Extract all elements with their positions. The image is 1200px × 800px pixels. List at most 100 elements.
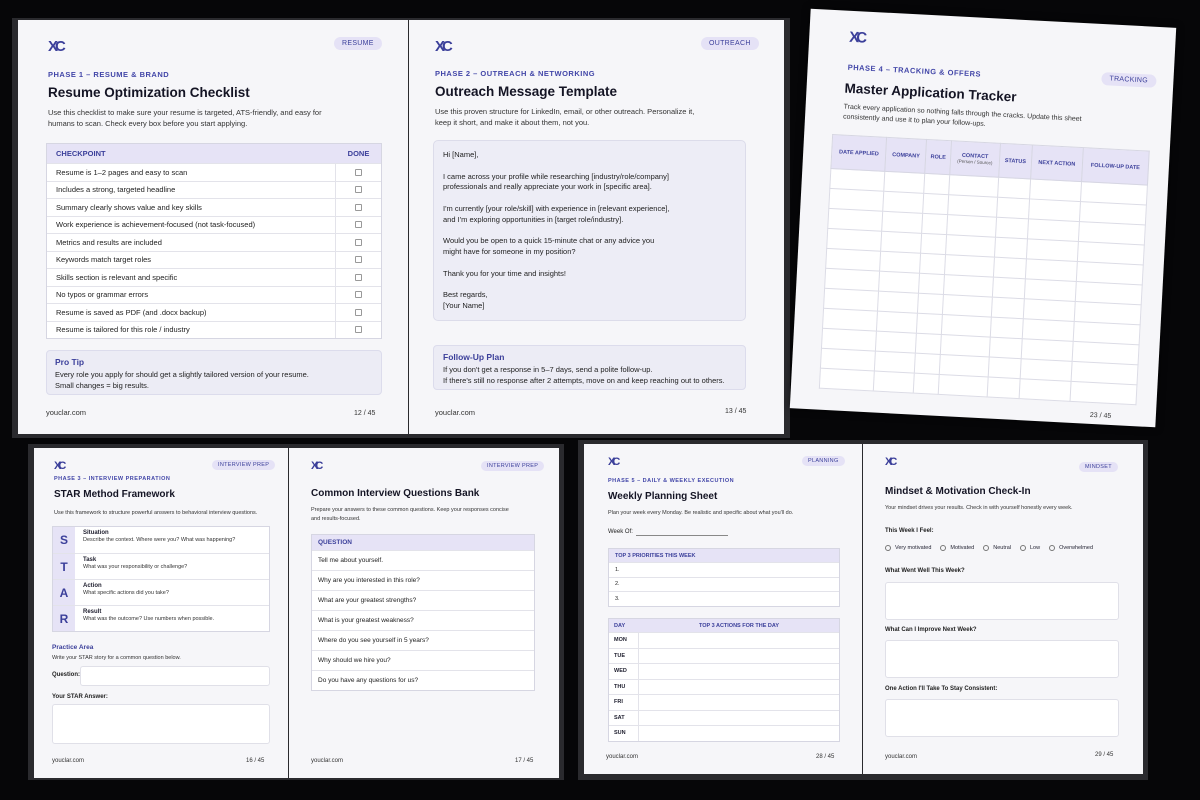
tracker-cell[interactable] — [873, 371, 915, 394]
tracker-cell[interactable] — [996, 197, 1030, 219]
tracker-cell[interactable] — [919, 253, 946, 275]
improve-field[interactable] — [885, 640, 1119, 678]
tracker-cell[interactable] — [943, 274, 994, 298]
tracker-cell[interactable] — [874, 351, 916, 374]
feel-option[interactable]: Motivated — [940, 545, 974, 551]
tracker-cell[interactable] — [880, 251, 921, 274]
tracker-cell[interactable] — [992, 277, 1026, 299]
tracker-cell[interactable] — [882, 211, 923, 234]
consistency-field[interactable] — [885, 699, 1119, 737]
day-actions-cell[interactable] — [639, 695, 839, 710]
feel-option[interactable]: Overwhelmed — [1049, 545, 1093, 551]
tracker-cell[interactable] — [827, 208, 884, 232]
tracker-cell[interactable] — [822, 308, 878, 332]
tracker-cell[interactable] — [914, 353, 941, 375]
tracker-cell[interactable] — [883, 191, 924, 214]
tracker-cell[interactable] — [988, 357, 1021, 379]
star-page: XC INTERVIEW PREP PHASE 3 – INTERVIEW PR… — [34, 448, 288, 778]
tracker-cell[interactable] — [994, 237, 1028, 259]
tracker-cell[interactable] — [825, 248, 882, 272]
tracker-cell[interactable] — [823, 288, 879, 312]
tracker-cell[interactable] — [941, 314, 992, 338]
checkbox[interactable] — [355, 326, 362, 334]
tracker-cell[interactable] — [922, 193, 949, 215]
tracker-cell[interactable] — [915, 333, 942, 355]
tracker-cell[interactable] — [1026, 238, 1079, 262]
tracker-cell[interactable] — [821, 328, 877, 352]
tracker-cell[interactable] — [1018, 378, 1072, 402]
tracker-cell[interactable] — [940, 334, 991, 358]
priority-row[interactable]: 3. — [609, 591, 839, 606]
tracker-cell[interactable] — [990, 317, 1024, 339]
day-actions-cell[interactable] — [639, 726, 839, 741]
tracker-cell[interactable] — [942, 294, 993, 318]
tracker-cell[interactable] — [989, 337, 1023, 359]
answer-field[interactable] — [52, 704, 270, 744]
tracker-cell[interactable] — [939, 354, 990, 377]
tracker-cell[interactable] — [876, 311, 918, 334]
feel-option[interactable]: Low — [1019, 545, 1040, 551]
page-number: 16 / 45 — [246, 758, 265, 764]
week-of-field[interactable] — [636, 535, 728, 536]
tracker-cell[interactable] — [913, 373, 940, 395]
tracker-cell[interactable] — [1025, 258, 1078, 282]
day-actions-cell[interactable] — [639, 633, 839, 648]
tracker-cell[interactable] — [987, 376, 1020, 399]
checkbox[interactable] — [355, 186, 362, 194]
tracker-cell[interactable] — [947, 194, 998, 218]
tracker-cell[interactable] — [916, 313, 943, 335]
tracker-cell[interactable] — [1029, 178, 1082, 202]
went-well-field[interactable] — [885, 582, 1119, 620]
tracker-cell[interactable] — [828, 188, 885, 212]
tracker-cell[interactable] — [1070, 381, 1137, 405]
tracker-cell[interactable] — [1024, 278, 1077, 302]
tracker-cell[interactable] — [945, 234, 996, 258]
tracker-cell[interactable] — [948, 174, 999, 198]
checkbox[interactable] — [355, 203, 362, 211]
tracker-cell[interactable] — [875, 331, 917, 354]
tracker-cell[interactable] — [1027, 218, 1080, 242]
tracker-cell[interactable] — [824, 268, 881, 292]
day-actions-cell[interactable] — [639, 664, 839, 679]
feel-option[interactable]: Neutral — [983, 545, 1011, 551]
priority-row[interactable]: 1. — [609, 562, 839, 577]
tracker-cell[interactable] — [944, 254, 995, 278]
tracker-cell[interactable] — [997, 177, 1031, 199]
tracker-cell[interactable] — [1019, 358, 1073, 382]
tracker-cell[interactable] — [923, 173, 950, 195]
tracker-cell[interactable] — [1023, 298, 1076, 322]
tracker-cell[interactable] — [1020, 338, 1074, 362]
tracker-cell[interactable] — [1028, 198, 1081, 222]
checkbox[interactable] — [355, 291, 362, 299]
tracker-cell[interactable] — [991, 297, 1025, 319]
tracker-cell[interactable] — [917, 293, 944, 315]
tracker-cell[interactable] — [881, 231, 922, 254]
day-actions-cell[interactable] — [639, 649, 839, 664]
tracker-cell[interactable] — [826, 228, 883, 252]
tracker-cell[interactable] — [819, 368, 875, 392]
tracker-cell[interactable] — [884, 171, 926, 194]
tracker-cell[interactable] — [920, 233, 947, 255]
tracker-cell[interactable] — [946, 214, 997, 238]
checkbox[interactable] — [355, 238, 362, 246]
checkbox[interactable] — [355, 168, 362, 176]
checkbox[interactable] — [355, 221, 362, 229]
tracker-cell[interactable] — [993, 257, 1027, 279]
tracker-cell[interactable] — [1022, 318, 1075, 342]
tracker-cell[interactable] — [918, 273, 945, 295]
priority-row[interactable]: 2. — [609, 576, 839, 592]
tracker-cell[interactable] — [921, 213, 948, 235]
question-field[interactable] — [80, 666, 270, 686]
feel-option[interactable]: Very motivated — [885, 545, 931, 551]
tracker-cell[interactable] — [877, 291, 919, 314]
checkbox[interactable] — [355, 273, 362, 281]
day-actions-cell[interactable] — [639, 711, 839, 726]
tracker-cell[interactable] — [938, 374, 989, 397]
tracker-cell[interactable] — [829, 168, 886, 192]
tracker-cell[interactable] — [995, 217, 1029, 239]
day-actions-cell[interactable] — [639, 680, 839, 695]
tracker-cell[interactable] — [878, 271, 920, 294]
checkbox[interactable] — [355, 308, 362, 316]
checkbox[interactable] — [355, 256, 362, 264]
tracker-cell[interactable] — [820, 348, 876, 372]
